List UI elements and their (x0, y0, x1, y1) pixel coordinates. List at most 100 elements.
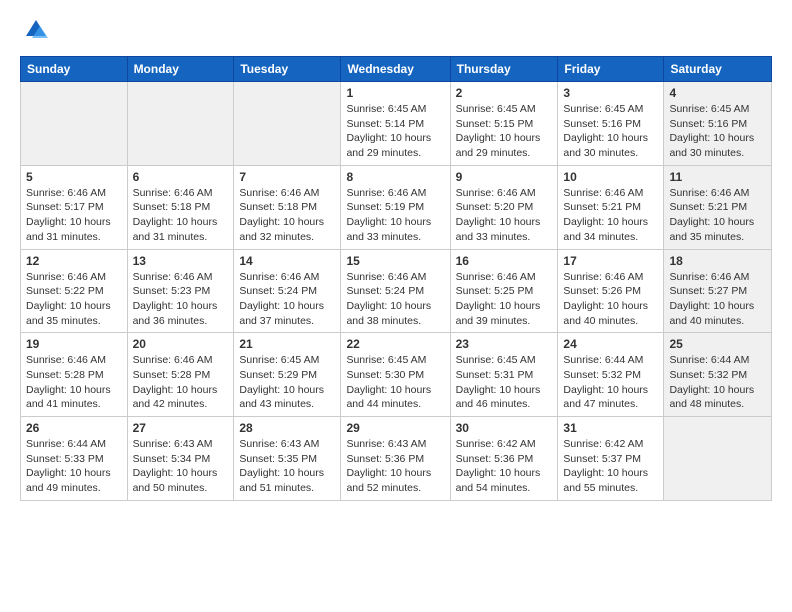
day-cell: 9 Sunrise: 6:46 AM Sunset: 5:20 PM Daylig… (450, 165, 558, 249)
day-number: 21 (239, 337, 335, 351)
day-number: 3 (563, 86, 658, 100)
day-info: Sunrise: 6:43 AM Sunset: 5:34 PM Dayligh… (133, 437, 229, 496)
day-cell: 7 Sunrise: 6:46 AM Sunset: 5:18 PM Daylig… (234, 165, 341, 249)
day-info: Sunrise: 6:46 AM Sunset: 5:23 PM Dayligh… (133, 270, 229, 329)
day-cell: 21 Sunrise: 6:45 AM Sunset: 5:29 PM Dayli… (234, 333, 341, 417)
day-cell: 25Sunrise: 6:44 AM Sunset: 5:32 PM Dayli… (664, 333, 772, 417)
day-info: Sunrise: 6:45 AM Sunset: 5:30 PM Dayligh… (346, 353, 444, 412)
day-cell: 19 Sunrise: 6:46 AM Sunset: 5:28 PM Dayli… (21, 333, 128, 417)
week-row-2: 5 Sunrise: 6:46 AM Sunset: 5:17 PM Daylig… (21, 165, 772, 249)
day-info: Sunrise: 6:45 AM Sunset: 5:15 PM Dayligh… (456, 102, 553, 161)
header (20, 16, 772, 44)
day-number: 2 (456, 86, 553, 100)
day-info: Sunrise: 6:46 AM Sunset: 5:18 PM Dayligh… (133, 186, 229, 245)
day-cell: 10Sunrise: 6:46 AM Sunset: 5:21 PM Dayli… (558, 165, 664, 249)
week-row-1: 1Sunrise: 6:45 AM Sunset: 5:14 PM Daylig… (21, 82, 772, 166)
day-cell: 30 Sunrise: 6:42 AM Sunset: 5:36 PM Dayli… (450, 417, 558, 501)
day-number: 16 (456, 254, 553, 268)
day-info: Sunrise: 6:46 AM Sunset: 5:24 PM Dayligh… (239, 270, 335, 329)
day-cell: 28Sunrise: 6:43 AM Sunset: 5:35 PM Dayli… (234, 417, 341, 501)
day-info: Sunrise: 6:42 AM Sunset: 5:37 PM Dayligh… (563, 437, 658, 496)
day-number: 18 (669, 254, 766, 268)
day-number: 6 (133, 170, 229, 184)
day-number: 28 (239, 421, 335, 435)
day-info: Sunrise: 6:46 AM Sunset: 5:22 PM Dayligh… (26, 270, 122, 329)
day-info: Sunrise: 6:44 AM Sunset: 5:33 PM Dayligh… (26, 437, 122, 496)
day-number: 31 (563, 421, 658, 435)
day-info: Sunrise: 6:42 AM Sunset: 5:36 PM Dayligh… (456, 437, 553, 496)
day-cell: 1Sunrise: 6:45 AM Sunset: 5:14 PM Daylig… (341, 82, 450, 166)
day-cell: 11 Sunrise: 6:46 AM Sunset: 5:21 PM Dayli… (664, 165, 772, 249)
day-number: 12 (26, 254, 122, 268)
day-header-monday: Monday (127, 57, 234, 82)
day-cell: 16Sunrise: 6:46 AM Sunset: 5:25 PM Dayli… (450, 249, 558, 333)
day-cell (234, 82, 341, 166)
day-cell: 29Sunrise: 6:43 AM Sunset: 5:36 PM Dayli… (341, 417, 450, 501)
day-cell: 2 Sunrise: 6:45 AM Sunset: 5:15 PM Daylig… (450, 82, 558, 166)
day-header-saturday: Saturday (664, 57, 772, 82)
day-info: Sunrise: 6:45 AM Sunset: 5:16 PM Dayligh… (669, 102, 766, 161)
day-info: Sunrise: 6:46 AM Sunset: 5:21 PM Dayligh… (669, 186, 766, 245)
day-number: 9 (456, 170, 553, 184)
day-number: 15 (346, 254, 444, 268)
day-info: Sunrise: 6:45 AM Sunset: 5:29 PM Dayligh… (239, 353, 335, 412)
day-info: Sunrise: 6:44 AM Sunset: 5:32 PM Dayligh… (563, 353, 658, 412)
day-info: Sunrise: 6:46 AM Sunset: 5:20 PM Dayligh… (456, 186, 553, 245)
day-cell: 3 Sunrise: 6:45 AM Sunset: 5:16 PM Daylig… (558, 82, 664, 166)
day-number: 24 (563, 337, 658, 351)
day-info: Sunrise: 6:45 AM Sunset: 5:16 PM Dayligh… (563, 102, 658, 161)
day-cell: 18 Sunrise: 6:46 AM Sunset: 5:27 PM Dayli… (664, 249, 772, 333)
day-number: 8 (346, 170, 444, 184)
day-cell: 4 Sunrise: 6:45 AM Sunset: 5:16 PM Daylig… (664, 82, 772, 166)
day-number: 7 (239, 170, 335, 184)
day-number: 29 (346, 421, 444, 435)
day-number: 20 (133, 337, 229, 351)
day-info: Sunrise: 6:46 AM Sunset: 5:26 PM Dayligh… (563, 270, 658, 329)
day-number: 4 (669, 86, 766, 100)
day-info: Sunrise: 6:46 AM Sunset: 5:28 PM Dayligh… (26, 353, 122, 412)
day-cell: 20 Sunrise: 6:46 AM Sunset: 5:28 PM Dayli… (127, 333, 234, 417)
day-cell: 5 Sunrise: 6:46 AM Sunset: 5:17 PM Daylig… (21, 165, 128, 249)
day-cell: 14Sunrise: 6:46 AM Sunset: 5:24 PM Dayli… (234, 249, 341, 333)
day-info: Sunrise: 6:44 AM Sunset: 5:32 PM Dayligh… (669, 353, 766, 412)
day-cell: 24 Sunrise: 6:44 AM Sunset: 5:32 PM Dayli… (558, 333, 664, 417)
day-number: 26 (26, 421, 122, 435)
day-header-sunday: Sunday (21, 57, 128, 82)
day-number: 27 (133, 421, 229, 435)
logo (20, 16, 50, 44)
day-cell (127, 82, 234, 166)
day-info: Sunrise: 6:46 AM Sunset: 5:17 PM Dayligh… (26, 186, 122, 245)
calendar-body: 1Sunrise: 6:45 AM Sunset: 5:14 PM Daylig… (21, 82, 772, 501)
day-cell: 27 Sunrise: 6:43 AM Sunset: 5:34 PM Dayli… (127, 417, 234, 501)
day-cell: 26 Sunrise: 6:44 AM Sunset: 5:33 PM Dayli… (21, 417, 128, 501)
day-cell (664, 417, 772, 501)
day-cell: 17Sunrise: 6:46 AM Sunset: 5:26 PM Dayli… (558, 249, 664, 333)
day-header-tuesday: Tuesday (234, 57, 341, 82)
day-header-row: SundayMondayTuesdayWednesdayThursdayFrid… (21, 57, 772, 82)
day-cell: 6 Sunrise: 6:46 AM Sunset: 5:18 PM Daylig… (127, 165, 234, 249)
day-number: 22 (346, 337, 444, 351)
day-number: 5 (26, 170, 122, 184)
day-number: 11 (669, 170, 766, 184)
day-number: 13 (133, 254, 229, 268)
day-cell: 22 Sunrise: 6:45 AM Sunset: 5:30 PM Dayli… (341, 333, 450, 417)
day-info: Sunrise: 6:45 AM Sunset: 5:31 PM Dayligh… (456, 353, 553, 412)
day-number: 19 (26, 337, 122, 351)
day-cell: 13 Sunrise: 6:46 AM Sunset: 5:23 PM Dayli… (127, 249, 234, 333)
day-info: Sunrise: 6:46 AM Sunset: 5:19 PM Dayligh… (346, 186, 444, 245)
logo-icon (22, 16, 50, 44)
day-number: 23 (456, 337, 553, 351)
week-row-4: 19 Sunrise: 6:46 AM Sunset: 5:28 PM Dayli… (21, 333, 772, 417)
day-cell (21, 82, 128, 166)
day-number: 30 (456, 421, 553, 435)
week-row-5: 26 Sunrise: 6:44 AM Sunset: 5:33 PM Dayli… (21, 417, 772, 501)
day-info: Sunrise: 6:46 AM Sunset: 5:18 PM Dayligh… (239, 186, 335, 245)
day-cell: 23 Sunrise: 6:45 AM Sunset: 5:31 PM Dayli… (450, 333, 558, 417)
day-info: Sunrise: 6:46 AM Sunset: 5:21 PM Dayligh… (563, 186, 658, 245)
day-header-friday: Friday (558, 57, 664, 82)
day-header-thursday: Thursday (450, 57, 558, 82)
day-info: Sunrise: 6:46 AM Sunset: 5:24 PM Dayligh… (346, 270, 444, 329)
day-info: Sunrise: 6:46 AM Sunset: 5:27 PM Dayligh… (669, 270, 766, 329)
day-info: Sunrise: 6:46 AM Sunset: 5:28 PM Dayligh… (133, 353, 229, 412)
day-header-wednesday: Wednesday (341, 57, 450, 82)
